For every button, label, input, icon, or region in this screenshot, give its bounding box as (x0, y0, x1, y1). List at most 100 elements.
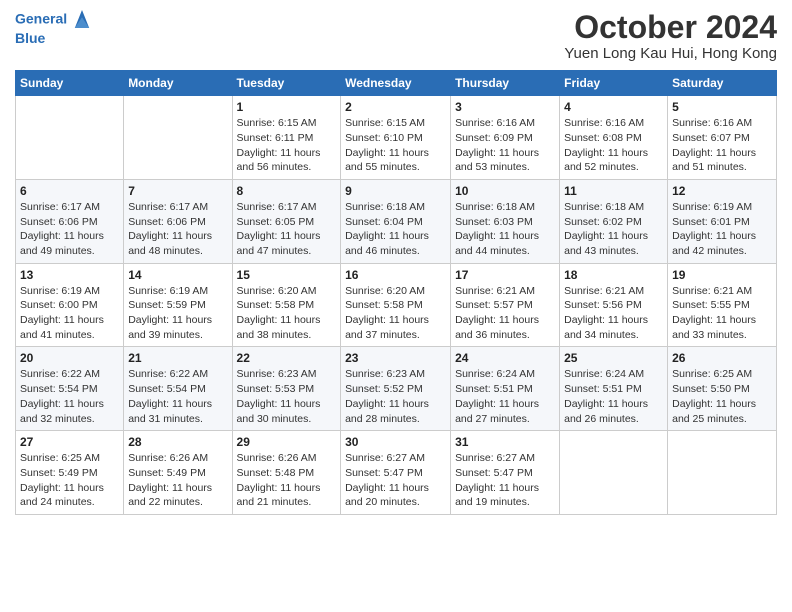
calendar-week-row: 1 Sunrise: 6:15 AMSunset: 6:11 PMDayligh… (16, 96, 777, 180)
day-number: 21 (128, 351, 227, 365)
calendar-header-row: Sunday Monday Tuesday Wednesday Thursday… (16, 71, 777, 96)
day-info: Sunrise: 6:17 AMSunset: 6:05 PMDaylight:… (237, 200, 337, 259)
day-info: Sunrise: 6:15 AMSunset: 6:11 PMDaylight:… (237, 116, 337, 175)
day-info: Sunrise: 6:16 AMSunset: 6:09 PMDaylight:… (455, 116, 555, 175)
month-title: October 2024 (564, 10, 777, 45)
day-info: Sunrise: 6:22 AMSunset: 5:54 PMDaylight:… (20, 367, 119, 426)
table-row: 10 Sunrise: 6:18 AMSunset: 6:03 PMDaylig… (451, 179, 560, 263)
day-info: Sunrise: 6:22 AMSunset: 5:54 PMDaylight:… (128, 367, 227, 426)
page: General Blue October 2024 Yuen Long Kau … (0, 0, 792, 612)
logo: General Blue (15, 10, 91, 47)
day-number: 5 (672, 100, 772, 114)
calendar-week-row: 27 Sunrise: 6:25 AMSunset: 5:49 PMDaylig… (16, 431, 777, 515)
title-block: October 2024 Yuen Long Kau Hui, Hong Kon… (564, 10, 777, 62)
day-number: 9 (345, 184, 446, 198)
day-info: Sunrise: 6:16 AMSunset: 6:08 PMDaylight:… (564, 116, 663, 175)
day-info: Sunrise: 6:24 AMSunset: 5:51 PMDaylight:… (564, 367, 663, 426)
day-number: 25 (564, 351, 663, 365)
day-info: Sunrise: 6:23 AMSunset: 5:53 PMDaylight:… (237, 367, 337, 426)
table-row: 5 Sunrise: 6:16 AMSunset: 6:07 PMDayligh… (668, 96, 777, 180)
day-number: 3 (455, 100, 555, 114)
table-row: 24 Sunrise: 6:24 AMSunset: 5:51 PMDaylig… (451, 347, 560, 431)
day-info: Sunrise: 6:23 AMSunset: 5:52 PMDaylight:… (345, 367, 446, 426)
table-row: 19 Sunrise: 6:21 AMSunset: 5:55 PMDaylig… (668, 263, 777, 347)
day-number: 6 (20, 184, 119, 198)
day-number: 18 (564, 268, 663, 282)
day-number: 8 (237, 184, 337, 198)
table-row: 30 Sunrise: 6:27 AMSunset: 5:47 PMDaylig… (341, 431, 451, 515)
calendar-week-row: 13 Sunrise: 6:19 AMSunset: 6:00 PMDaylig… (16, 263, 777, 347)
table-row: 18 Sunrise: 6:21 AMSunset: 5:56 PMDaylig… (560, 263, 668, 347)
day-number: 24 (455, 351, 555, 365)
day-number: 11 (564, 184, 663, 198)
day-info: Sunrise: 6:26 AMSunset: 5:48 PMDaylight:… (237, 451, 337, 510)
col-monday: Monday (124, 71, 232, 96)
logo-text: General (15, 10, 91, 30)
table-row: 29 Sunrise: 6:26 AMSunset: 5:48 PMDaylig… (232, 431, 341, 515)
day-info: Sunrise: 6:25 AMSunset: 5:50 PMDaylight:… (672, 367, 772, 426)
day-info: Sunrise: 6:27 AMSunset: 5:47 PMDaylight:… (455, 451, 555, 510)
table-row (124, 96, 232, 180)
day-info: Sunrise: 6:21 AMSunset: 5:55 PMDaylight:… (672, 284, 772, 343)
table-row: 20 Sunrise: 6:22 AMSunset: 5:54 PMDaylig… (16, 347, 124, 431)
day-number: 22 (237, 351, 337, 365)
table-row: 17 Sunrise: 6:21 AMSunset: 5:57 PMDaylig… (451, 263, 560, 347)
day-info: Sunrise: 6:15 AMSunset: 6:10 PMDaylight:… (345, 116, 446, 175)
day-number: 1 (237, 100, 337, 114)
day-number: 12 (672, 184, 772, 198)
day-number: 20 (20, 351, 119, 365)
table-row: 28 Sunrise: 6:26 AMSunset: 5:49 PMDaylig… (124, 431, 232, 515)
location-title: Yuen Long Kau Hui, Hong Kong (564, 45, 777, 62)
table-row: 14 Sunrise: 6:19 AMSunset: 5:59 PMDaylig… (124, 263, 232, 347)
table-row: 25 Sunrise: 6:24 AMSunset: 5:51 PMDaylig… (560, 347, 668, 431)
table-row: 3 Sunrise: 6:16 AMSunset: 6:09 PMDayligh… (451, 96, 560, 180)
table-row: 21 Sunrise: 6:22 AMSunset: 5:54 PMDaylig… (124, 347, 232, 431)
day-number: 4 (564, 100, 663, 114)
header: General Blue October 2024 Yuen Long Kau … (15, 10, 777, 62)
col-thursday: Thursday (451, 71, 560, 96)
table-row: 4 Sunrise: 6:16 AMSunset: 6:08 PMDayligh… (560, 96, 668, 180)
day-number: 19 (672, 268, 772, 282)
day-number: 17 (455, 268, 555, 282)
day-number: 28 (128, 435, 227, 449)
table-row: 8 Sunrise: 6:17 AMSunset: 6:05 PMDayligh… (232, 179, 341, 263)
col-tuesday: Tuesday (232, 71, 341, 96)
day-number: 2 (345, 100, 446, 114)
col-friday: Friday (560, 71, 668, 96)
day-info: Sunrise: 6:19 AMSunset: 6:01 PMDaylight:… (672, 200, 772, 259)
table-row: 2 Sunrise: 6:15 AMSunset: 6:10 PMDayligh… (341, 96, 451, 180)
day-info: Sunrise: 6:18 AMSunset: 6:04 PMDaylight:… (345, 200, 446, 259)
table-row: 31 Sunrise: 6:27 AMSunset: 5:47 PMDaylig… (451, 431, 560, 515)
day-info: Sunrise: 6:20 AMSunset: 5:58 PMDaylight:… (345, 284, 446, 343)
table-row: 22 Sunrise: 6:23 AMSunset: 5:53 PMDaylig… (232, 347, 341, 431)
table-row: 15 Sunrise: 6:20 AMSunset: 5:58 PMDaylig… (232, 263, 341, 347)
table-row: 7 Sunrise: 6:17 AMSunset: 6:06 PMDayligh… (124, 179, 232, 263)
day-info: Sunrise: 6:21 AMSunset: 5:56 PMDaylight:… (564, 284, 663, 343)
day-number: 16 (345, 268, 446, 282)
table-row: 23 Sunrise: 6:23 AMSunset: 5:52 PMDaylig… (341, 347, 451, 431)
day-info: Sunrise: 6:19 AMSunset: 6:00 PMDaylight:… (20, 284, 119, 343)
col-wednesday: Wednesday (341, 71, 451, 96)
day-info: Sunrise: 6:25 AMSunset: 5:49 PMDaylight:… (20, 451, 119, 510)
day-info: Sunrise: 6:21 AMSunset: 5:57 PMDaylight:… (455, 284, 555, 343)
day-info: Sunrise: 6:20 AMSunset: 5:58 PMDaylight:… (237, 284, 337, 343)
calendar-table: Sunday Monday Tuesday Wednesday Thursday… (15, 70, 777, 515)
day-number: 7 (128, 184, 227, 198)
calendar-week-row: 6 Sunrise: 6:17 AMSunset: 6:06 PMDayligh… (16, 179, 777, 263)
table-row: 26 Sunrise: 6:25 AMSunset: 5:50 PMDaylig… (668, 347, 777, 431)
logo-text2: Blue (15, 30, 91, 47)
table-row: 9 Sunrise: 6:18 AMSunset: 6:04 PMDayligh… (341, 179, 451, 263)
table-row: 11 Sunrise: 6:18 AMSunset: 6:02 PMDaylig… (560, 179, 668, 263)
day-number: 10 (455, 184, 555, 198)
day-number: 14 (128, 268, 227, 282)
table-row: 6 Sunrise: 6:17 AMSunset: 6:06 PMDayligh… (16, 179, 124, 263)
table-row (668, 431, 777, 515)
day-number: 13 (20, 268, 119, 282)
day-number: 26 (672, 351, 772, 365)
col-saturday: Saturday (668, 71, 777, 96)
day-info: Sunrise: 6:18 AMSunset: 6:02 PMDaylight:… (564, 200, 663, 259)
day-info: Sunrise: 6:27 AMSunset: 5:47 PMDaylight:… (345, 451, 446, 510)
day-info: Sunrise: 6:26 AMSunset: 5:49 PMDaylight:… (128, 451, 227, 510)
day-number: 29 (237, 435, 337, 449)
day-number: 23 (345, 351, 446, 365)
